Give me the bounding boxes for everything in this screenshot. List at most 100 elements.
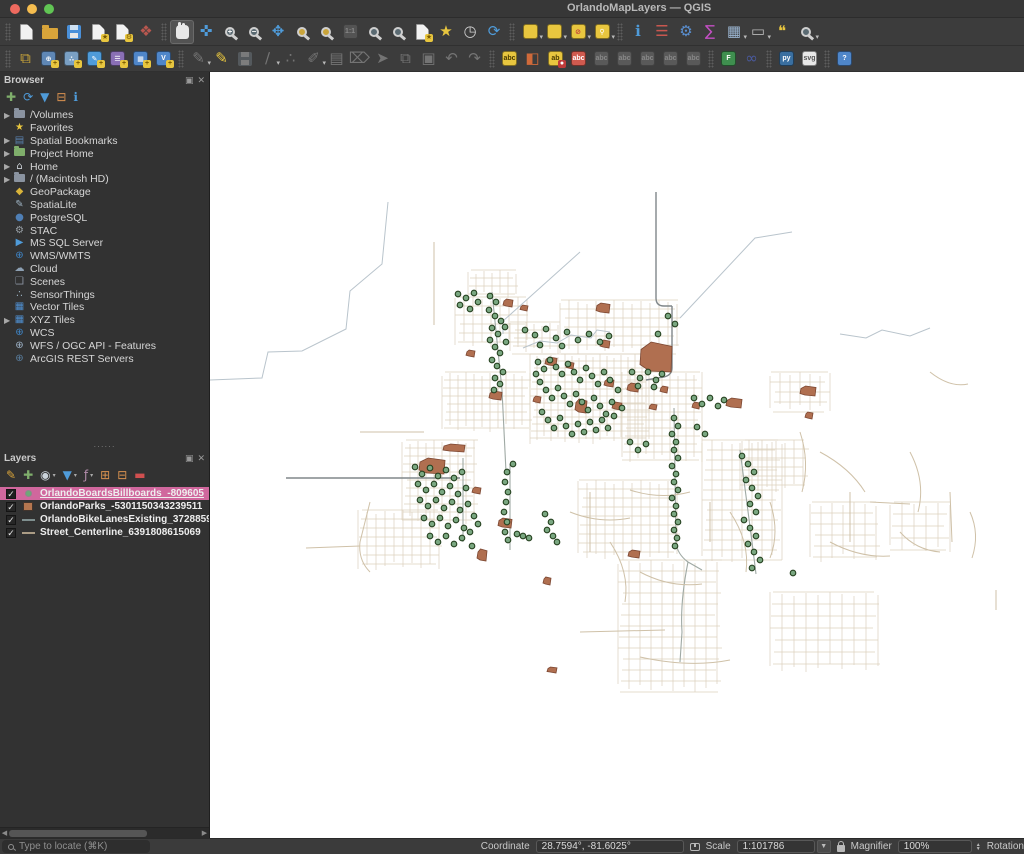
add-vector-tile-layer-icon[interactable]: V + (152, 48, 175, 70)
add-vector-layer-icon[interactable]: ⊕ + (37, 48, 60, 70)
zoom-in-icon[interactable]: + (218, 20, 242, 44)
layers-float-icon[interactable]: ▣ (185, 453, 194, 464)
toolbar-grip[interactable] (489, 49, 495, 68)
new-print-layout-icon[interactable]: ★ (86, 20, 110, 44)
processing-toolbox-icon[interactable]: ⚙ (674, 20, 698, 44)
add-mesh-layer-icon[interactable]: ✎ + (83, 48, 106, 70)
browser-item-xyz-tiles[interactable]: ▶ ▦ XYZ Tiles (0, 314, 209, 327)
browser-item-volumes[interactable]: ▶ /Volumes (0, 107, 209, 122)
show-hide-labels-icon[interactable]: abc (590, 48, 613, 70)
layer-labeling-icon[interactable]: abc (498, 48, 521, 70)
browser-item-wfs-ogc-api-features[interactable]: ⊕ WFS / OGC API - Features (0, 339, 209, 352)
dropdown-arrow-icon[interactable]: ▾ (611, 33, 615, 41)
measure-line-icon[interactable]: ▭ ▾ (746, 20, 771, 44)
modify-attributes-icon[interactable]: ▤ (325, 48, 348, 70)
collapse-all-icon[interactable]: ⊟ (56, 91, 66, 103)
statistics-summary-icon[interactable]: ∑ (698, 20, 722, 44)
browser-item-arcgis-rest-servers[interactable]: ⊕ ArcGIS REST Servers (0, 352, 209, 365)
zoom-full-extent-icon[interactable]: ✥ (266, 20, 290, 44)
toolbar-grip[interactable] (824, 49, 830, 68)
add-line-feature-icon[interactable]: ∕ ▾ (256, 48, 280, 70)
expand-arrow-icon[interactable]: ▶ (4, 149, 13, 158)
expand-arrow-icon[interactable]: ▶ (4, 111, 13, 120)
collapse-all-layers-icon[interactable]: ⊟ (117, 469, 127, 481)
dropdown-arrow-icon[interactable]: ▾ (815, 33, 819, 41)
scroll-right-icon[interactable]: ▶ (200, 829, 209, 837)
browser-item-favorites[interactable]: ★ Favorites (0, 122, 209, 135)
expand-arrow-icon[interactable]: ▶ (4, 136, 13, 145)
map-tips-icon[interactable]: ❝ (770, 20, 794, 44)
browser-item-wcs[interactable]: ⊕ WCS (0, 327, 209, 340)
manage-map-themes-icon[interactable]: ◉ (40, 469, 50, 481)
layers-close-icon[interactable]: ✕ (197, 453, 205, 464)
browser-item-cloud[interactable]: ☁ Cloud (0, 263, 209, 276)
change-label-icon[interactable]: abc (659, 48, 682, 70)
add-selected-layers-icon[interactable]: ✚ (6, 91, 16, 103)
new-spatial-bookmark-icon[interactable]: ★ (410, 20, 434, 44)
browser-item-spatialite[interactable]: ✎ SpatiaLite (0, 199, 209, 212)
layer-row[interactable]: ✓ OrlandoBikeLanesExisting_3728859 (0, 513, 209, 526)
expand-arrow-icon[interactable]: ▶ (4, 162, 13, 171)
style-manager-icon[interactable]: ❖ (134, 20, 158, 44)
toolbar-grip[interactable] (5, 22, 11, 41)
map-canvas[interactable] (210, 72, 1024, 838)
filter-legend-icon[interactable]: ▼ (63, 469, 72, 481)
delete-selected-icon[interactable]: ⌦ (348, 48, 371, 70)
open-attribute-table-icon[interactable]: ▦ ▾ (722, 20, 747, 44)
add-group-icon[interactable]: ✚ (23, 469, 33, 481)
temporal-controller-icon[interactable]: ◷ (458, 20, 482, 44)
zoom-window-button[interactable] (44, 4, 54, 14)
extents-icon[interactable] (689, 842, 700, 851)
toolbar-grip[interactable] (509, 22, 515, 41)
identify-features-icon[interactable]: ℹ (626, 20, 650, 44)
filter-browser-icon[interactable]: ▼ (40, 91, 49, 103)
move-label-icon[interactable]: abc (613, 48, 636, 70)
coordinate-value[interactable]: 28.7594°, -81.6025° (535, 840, 684, 853)
add-virtual-layer-icon[interactable]: ▦ + (129, 48, 152, 70)
rotate-label-icon[interactable]: abc (636, 48, 659, 70)
refresh-map-icon[interactable]: ⟳ (482, 20, 506, 44)
lock-scale-icon[interactable] (836, 840, 845, 852)
browser-item-sensorthings[interactable]: ∴ SensorThings (0, 288, 209, 301)
add-point-feature-icon[interactable]: ∴ (279, 48, 302, 70)
expand-arrow-icon[interactable]: ▶ (4, 175, 13, 184)
minimize-window-button[interactable] (27, 4, 37, 14)
label-properties-icon[interactable]: abc (682, 48, 705, 70)
panel-splitter[interactable]: ······ (0, 442, 209, 450)
close-window-button[interactable] (10, 4, 20, 14)
show-layout-manager-icon[interactable]: ⚙ (110, 20, 134, 44)
scroll-left-icon[interactable]: ◀ (0, 829, 9, 837)
dropdown-arrow-icon[interactable]: ▾ (53, 472, 56, 479)
undo-icon[interactable]: ↶ (440, 48, 463, 70)
metasearch-icon[interactable]: ∞ (740, 48, 763, 70)
remove-layer-icon[interactable]: ▬ (134, 469, 145, 481)
browser-item-postgresql[interactable]: ● PostgreSQL (0, 211, 209, 224)
current-edits-icon[interactable]: ✎ ▾ (187, 48, 211, 70)
layer-visibility-checkbox[interactable]: ✓ (6, 488, 16, 499)
data-source-manager-icon[interactable]: ⧉ (14, 48, 37, 70)
move-feature-icon[interactable]: ➤ (371, 48, 394, 70)
layer-row[interactable]: ✓ OrlandoParks_-5301150343239511 (0, 500, 209, 513)
open-layer-styling-icon[interactable]: ✎ (6, 469, 16, 481)
dock-horizontal-scrollbar[interactable]: ◀ ▶ (0, 827, 209, 838)
browser-item-scenes[interactable]: ❑ Scenes (0, 275, 209, 288)
browser-item-project-home[interactable]: ▶ Project Home (0, 146, 209, 160)
zoom-to-layer-icon[interactable] (314, 20, 338, 44)
add-delimited-text-layer-icon[interactable]: ☰ + (106, 48, 129, 70)
add-raster-layer-icon[interactable]: ∴ + (60, 48, 83, 70)
copy-features-icon[interactable]: ⧉ (394, 48, 417, 70)
browser-item-stac[interactable]: ⚙ STAC (0, 224, 209, 237)
open-project-icon[interactable] (38, 20, 62, 44)
save-project-icon[interactable] (62, 20, 86, 44)
layer-diagram-icon[interactable]: ◧ (521, 48, 544, 70)
browser-item-home[interactable]: ▶ ⌂ Home (0, 160, 209, 173)
filter-by-expression-icon[interactable]: ƒ (84, 469, 88, 481)
select-features-icon[interactable]: ▾ (518, 20, 543, 44)
expand-all-icon[interactable]: ⊞ (100, 469, 110, 481)
vertex-tool-icon[interactable]: ✐ ▾ (302, 48, 326, 70)
expand-arrow-icon[interactable]: ▶ (4, 316, 13, 325)
refresh-browser-icon[interactable]: ⟳ (23, 91, 33, 103)
zoom-last-icon[interactable] (362, 20, 386, 44)
magnifier-spinner[interactable]: ▲ ▼ (976, 842, 981, 851)
highlight-pinned-labels-icon[interactable]: abc (567, 48, 590, 70)
